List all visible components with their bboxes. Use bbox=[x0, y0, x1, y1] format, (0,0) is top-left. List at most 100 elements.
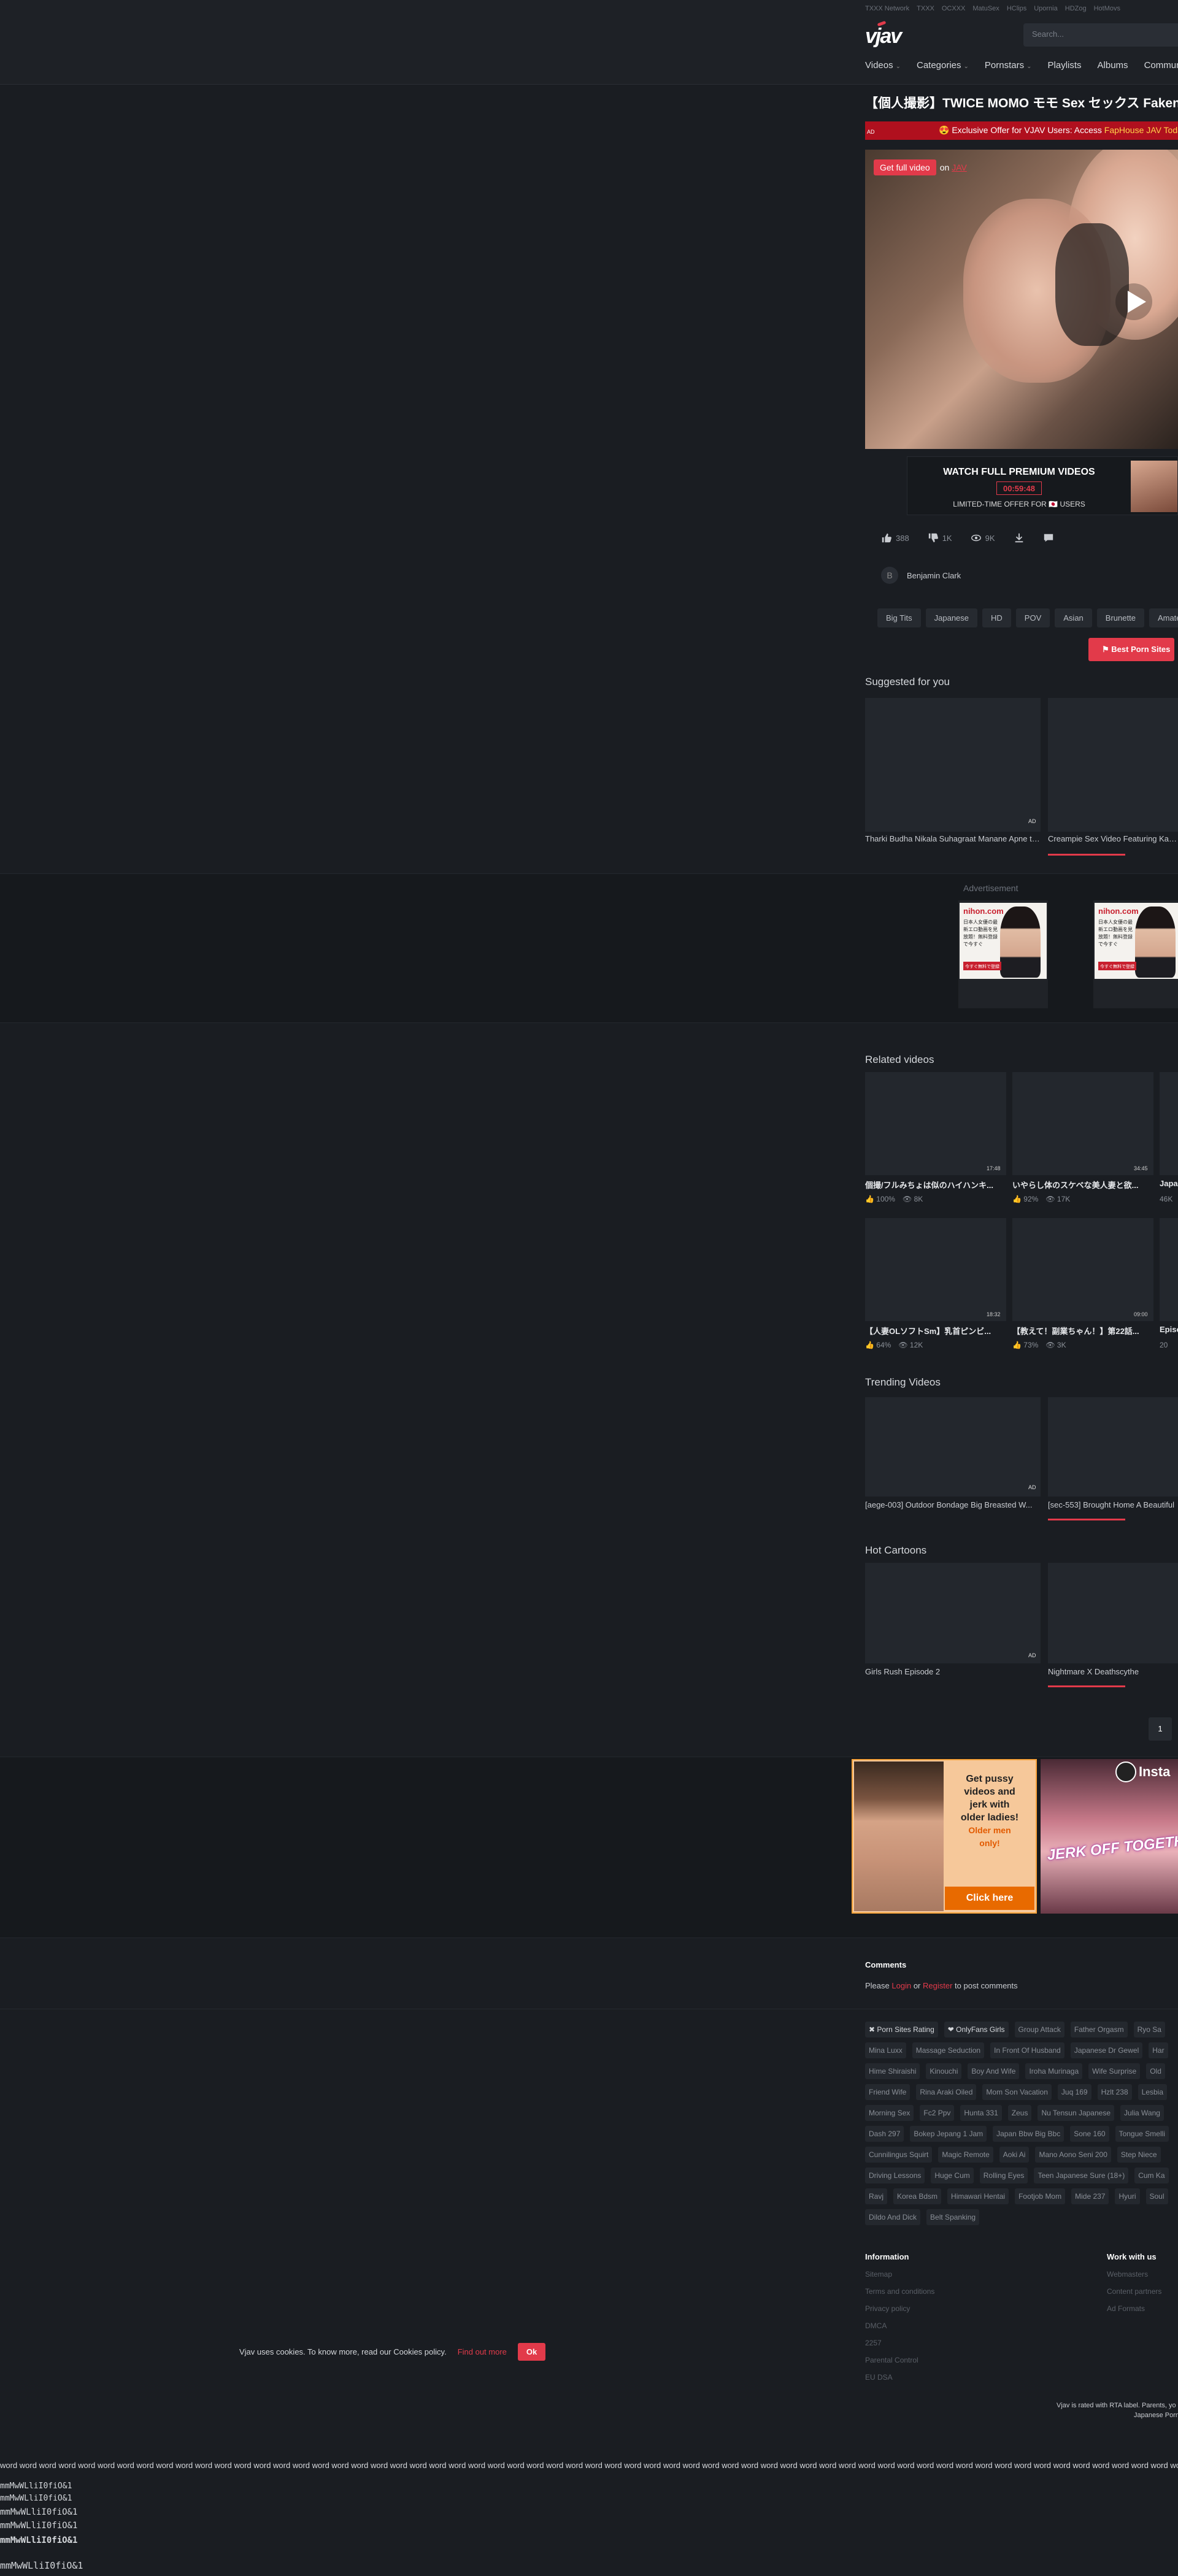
nav-videos[interactable]: Videos ⌄ bbox=[865, 60, 901, 71]
footer-link[interactable]: Terms and conditions bbox=[865, 2283, 934, 2300]
related-thumbnail[interactable] bbox=[865, 1072, 1006, 1175]
footer-tag[interactable]: Huge Cum bbox=[931, 2168, 974, 2183]
download-button[interactable] bbox=[1014, 532, 1025, 543]
footer-tag[interactable]: Aoki Ai bbox=[999, 2147, 1030, 2163]
footer-tag[interactable]: Fc2 Ppv bbox=[920, 2105, 955, 2121]
footer-tag[interactable]: Friend Wife bbox=[865, 2084, 910, 2100]
footer-link[interactable]: EU DSA bbox=[865, 2369, 934, 2386]
footer-tag[interactable]: Massage Seduction bbox=[912, 2042, 985, 2058]
related-title[interactable]: 【人妻OLソフトSm】乳首ピンビ... bbox=[865, 1325, 1006, 1336]
footer-tag[interactable]: ✖ Porn Sites Rating bbox=[865, 2022, 938, 2037]
suggested-title[interactable]: Creampie Sex Video Featuring Kanna bbox=[1048, 834, 1178, 843]
banner-ad[interactable]: Get pussy videos and jerk with older lad… bbox=[852, 1759, 1037, 1914]
network-link[interactable]: HClips bbox=[1007, 5, 1026, 12]
related-thumbnail[interactable] bbox=[1160, 1218, 1178, 1321]
footer-tag[interactable]: Soul bbox=[1145, 2188, 1168, 2204]
get-full-video[interactable]: Get full video on JAV bbox=[874, 159, 967, 175]
network-link[interactable]: MatuSex bbox=[972, 5, 999, 12]
footer-tag[interactable]: Tongue Smelli bbox=[1115, 2126, 1169, 2142]
related-thumbnail[interactable] bbox=[1012, 1072, 1153, 1175]
offer-banner[interactable]: 😍 Exclusive Offer for VJAV Users: Access… bbox=[865, 121, 1178, 140]
footer-tag[interactable]: Julia Wang bbox=[1120, 2105, 1164, 2121]
footer-tag[interactable]: Driving Lessons bbox=[865, 2168, 925, 2183]
footer-tag[interactable]: Hyuri bbox=[1115, 2188, 1140, 2204]
footer-link[interactable]: 2257 bbox=[865, 2334, 934, 2352]
ad-button[interactable]: 今すぐ無料で登録 bbox=[1098, 962, 1136, 970]
offer-highlight[interactable]: FapHouse JAV Today bbox=[1104, 125, 1178, 135]
tag-chip[interactable]: Big Tits bbox=[877, 608, 921, 627]
nav-playlists[interactable]: Playlists bbox=[1048, 60, 1082, 71]
dislike-button[interactable]: 1K bbox=[928, 532, 952, 543]
network-link[interactable]: Upornia bbox=[1034, 5, 1058, 12]
comment-button[interactable] bbox=[1043, 532, 1054, 543]
ad-creative[interactable]: nihon.com 日本人女優の最新エロ動画を見放題！無料登録で今すぐ 今すぐ無… bbox=[1093, 900, 1178, 1008]
footer-tag[interactable]: Magic Remote bbox=[938, 2147, 993, 2163]
network-link[interactable]: OCXXX bbox=[942, 5, 966, 12]
tag-chip[interactable]: POV bbox=[1015, 608, 1050, 627]
footer-tag[interactable]: Morning Sex bbox=[865, 2105, 914, 2121]
cartoon-title[interactable]: Girls Rush Episode 2 bbox=[865, 1667, 1041, 1676]
login-link[interactable]: Login bbox=[891, 1981, 911, 1990]
footer-tag[interactable]: Korea Bdsm bbox=[893, 2188, 942, 2204]
footer-tag[interactable]: Bokep Jepang 1 Jam bbox=[910, 2126, 987, 2142]
network-link[interactable]: HDZog bbox=[1065, 5, 1087, 12]
footer-tag[interactable]: Belt Spanking bbox=[926, 2209, 980, 2225]
footer-tag[interactable]: Har bbox=[1149, 2042, 1168, 2058]
nav-albums[interactable]: Albums bbox=[1098, 60, 1128, 71]
tag-chip[interactable]: Amateur bbox=[1149, 608, 1178, 627]
related-title[interactable]: 個撮/フルみちょは似のハイハンキ... bbox=[865, 1179, 1006, 1190]
get-full-site-link[interactable]: JAV bbox=[952, 163, 967, 172]
related-title[interactable]: 【教えて！副業ちゃん！】第22話... bbox=[1012, 1325, 1153, 1336]
trending-title[interactable]: [sec-553] Brought Home A Beautiful bbox=[1048, 1500, 1178, 1509]
footer-tag[interactable]: Wife Surprise bbox=[1088, 2063, 1141, 2079]
footer-tag[interactable]: Japanese Dr Gewel bbox=[1070, 2042, 1143, 2058]
related-title[interactable]: Episode bbox=[1160, 1325, 1178, 1334]
premium-promo[interactable]: WATCH FULL PREMIUM VIDEOS 00:59:48 LIMIT… bbox=[907, 456, 1178, 515]
nav-pornstars[interactable]: Pornstars ⌄ bbox=[985, 60, 1032, 71]
footer-tag[interactable]: Hime Shiraishi bbox=[865, 2063, 920, 2079]
ad-creative[interactable]: nihon.com 日本人女優の最新エロ動画を見放題！無料登録で今すぐ 今すぐ無… bbox=[958, 900, 1048, 1008]
footer-tag[interactable]: Cunnilingus Squirt bbox=[865, 2147, 933, 2163]
footer-tag[interactable]: Himawari Hentai bbox=[947, 2188, 1009, 2204]
footer-tag[interactable]: In Front Of Husband bbox=[990, 2042, 1064, 2058]
footer-tag[interactable]: ❤ OnlyFans Girls bbox=[944, 2022, 1009, 2037]
tag-chip[interactable]: HD bbox=[982, 608, 1011, 627]
footer-tag[interactable]: Mano Aono Seni 200 bbox=[1035, 2147, 1111, 2163]
footer-link[interactable]: Parental Control bbox=[865, 2352, 934, 2369]
get-full-button[interactable]: Get full video bbox=[874, 159, 936, 175]
cartoon-thumbnail[interactable] bbox=[1048, 1563, 1178, 1663]
trending-thumbnail[interactable] bbox=[1048, 1397, 1178, 1497]
trending-title[interactable]: [aege-003] Outdoor Bondage Big Breasted … bbox=[865, 1500, 1041, 1509]
footer-tag[interactable]: Rolling Eyes bbox=[979, 2168, 1028, 2183]
banner-cta-button[interactable]: Click here bbox=[945, 1887, 1034, 1910]
site-logo[interactable]: vjav bbox=[865, 25, 902, 48]
nav-community[interactable]: Community bbox=[1144, 60, 1178, 71]
footer-tag[interactable]: Mide 237 bbox=[1071, 2188, 1109, 2204]
suggested-title[interactable]: Tharki Budha Nikala Suhagraat Manane Apn… bbox=[865, 834, 1041, 843]
cartoon-thumbnail[interactable] bbox=[865, 1563, 1041, 1663]
pagination-page[interactable]: 1 bbox=[1149, 1717, 1172, 1741]
suggested-thumbnail[interactable] bbox=[865, 698, 1041, 832]
footer-link[interactable]: Ad Formats bbox=[1107, 2300, 1161, 2317]
footer-link[interactable]: Webmasters bbox=[1107, 2266, 1161, 2283]
footer-link[interactable]: Privacy policy bbox=[865, 2300, 934, 2317]
search-input[interactable]: Search... bbox=[1023, 23, 1178, 47]
footer-tag[interactable]: Lesbia bbox=[1138, 2084, 1168, 2100]
footer-tag[interactable]: Hunta 331 bbox=[960, 2105, 1002, 2121]
footer-tag[interactable]: Iroha Murinaga bbox=[1025, 2063, 1083, 2079]
related-thumbnail[interactable] bbox=[1160, 1072, 1178, 1175]
footer-tag[interactable]: Nu Tensun Japanese bbox=[1037, 2105, 1114, 2121]
footer-tag[interactable]: Rina Araki Oiled bbox=[916, 2084, 977, 2100]
footer-tag[interactable]: Teen Japanese Sure (18+) bbox=[1034, 2168, 1129, 2183]
footer-tag[interactable]: Zeus bbox=[1007, 2105, 1032, 2121]
tag-chip[interactable]: Asian bbox=[1055, 608, 1092, 627]
footer-tag[interactable]: Ryo Sa bbox=[1133, 2022, 1165, 2037]
footer-link[interactable]: Content partners bbox=[1107, 2283, 1161, 2300]
cookie-policy-link[interactable]: Find out more bbox=[458, 2347, 507, 2356]
footer-tag[interactable]: Cum Ka bbox=[1134, 2168, 1169, 2183]
tag-chip[interactable]: Brunette bbox=[1096, 608, 1144, 627]
footer-tag[interactable]: Boy And Wife bbox=[968, 2063, 1020, 2079]
related-title[interactable]: いやらし体のスケベな美人妻と欲... bbox=[1012, 1179, 1153, 1190]
footer-tag[interactable]: Mina Luxx bbox=[865, 2042, 906, 2058]
register-link[interactable]: Register bbox=[923, 1981, 952, 1990]
